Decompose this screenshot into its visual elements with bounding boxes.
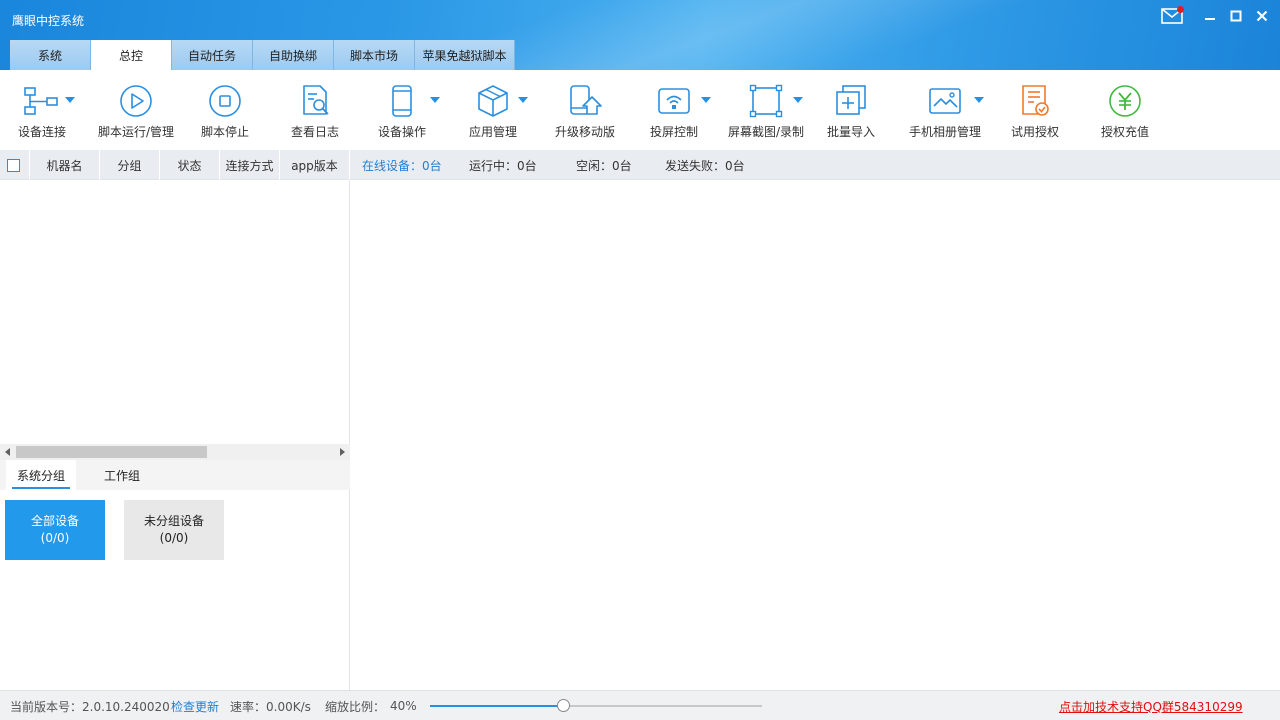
minimize-icon[interactable] bbox=[1200, 6, 1220, 26]
scroll-right-icon[interactable] bbox=[340, 448, 345, 456]
tab-self-rebind[interactable]: 自助换绑 bbox=[253, 40, 334, 70]
screenshot-record-button[interactable]: 屏幕截图/录制 bbox=[726, 70, 806, 150]
app-title: 鹰眼中控系统 bbox=[12, 14, 85, 28]
chevron-down-icon bbox=[974, 97, 984, 103]
chevron-down-icon bbox=[793, 97, 803, 103]
play-icon bbox=[119, 84, 153, 118]
upgrade-mobile-button[interactable]: 升级移动版 bbox=[552, 70, 618, 150]
group-card-all-devices[interactable]: 全部设备 (0/0) bbox=[5, 500, 105, 560]
script-stop-button[interactable]: 脚本停止 bbox=[196, 70, 254, 150]
main-tabs: 系统 总控 自动任务 自助换绑 脚本市场 苹果免越狱脚本 bbox=[10, 40, 515, 70]
trial-license-button[interactable]: 试用授权 bbox=[1006, 70, 1064, 150]
device-table-header: 机器名 分组 状态 连接方式 app版本 在线设备：0台 运行中：0台 空闲：0… bbox=[0, 150, 1280, 180]
script-run-manage-button[interactable]: 脚本运行/管理 bbox=[96, 70, 176, 150]
send-failed-count: 发送失败：0台 bbox=[665, 158, 745, 173]
status-bar: 当前版本号：2.0.10.240020 检查更新 速率：0.00K/s 缩放比例… bbox=[0, 690, 1280, 720]
idle-devices-count: 空闲：0台 bbox=[576, 158, 632, 173]
select-all-cell bbox=[0, 150, 30, 180]
version-text: 当前版本号：2.0.10.240020 bbox=[10, 699, 170, 714]
tab-system-groups[interactable]: 系统分组 bbox=[6, 460, 76, 490]
chevron-down-icon bbox=[65, 97, 75, 103]
device-operation-button[interactable]: 设备操作 bbox=[374, 70, 440, 150]
maximize-icon[interactable] bbox=[1226, 6, 1246, 26]
horizontal-scrollbar[interactable] bbox=[0, 444, 350, 460]
package-icon bbox=[476, 84, 528, 118]
mail-icon[interactable] bbox=[1160, 6, 1184, 26]
zoom-value: 40% bbox=[390, 699, 417, 713]
image-icon bbox=[928, 84, 984, 118]
zoom-slider-fill bbox=[430, 705, 563, 707]
check-update-link[interactable]: 检查更新 bbox=[171, 691, 219, 720]
speed-text: 速率：0.00K/s bbox=[230, 699, 311, 714]
stop-icon bbox=[208, 84, 242, 118]
running-devices-count: 运行中：0台 bbox=[469, 158, 537, 173]
column-app-version[interactable]: app版本 bbox=[280, 150, 350, 180]
app-management-button[interactable]: 应用管理 bbox=[464, 70, 528, 150]
notification-dot bbox=[1177, 6, 1184, 13]
group-card-ungrouped-devices[interactable]: 未分组设备 (0/0) bbox=[124, 500, 224, 560]
active-tab-underline bbox=[12, 487, 70, 489]
license-recharge-button[interactable]: 授权充值 bbox=[1096, 70, 1154, 150]
scrollbar-thumb[interactable] bbox=[16, 446, 207, 458]
tab-ios-jailbreak-free[interactable]: 苹果免越狱脚本 bbox=[415, 40, 515, 70]
yuan-icon bbox=[1108, 84, 1142, 118]
batch-import-button[interactable]: 批量导入 bbox=[824, 70, 878, 150]
phone-album-management-button[interactable]: 手机相册管理 bbox=[906, 70, 984, 150]
zoom-slider-handle[interactable] bbox=[556, 699, 570, 712]
screen-cast-control-button[interactable]: 投屏控制 bbox=[646, 70, 711, 150]
view-log-button[interactable]: 查看日志 bbox=[286, 70, 344, 150]
log-search-icon bbox=[298, 84, 332, 118]
title-bar: 鹰眼中控系统 系统 总控 自动任务 自助换绑 脚本市场 苹果免越狱脚本 bbox=[0, 0, 1280, 70]
chevron-down-icon bbox=[518, 97, 528, 103]
phone-icon bbox=[390, 84, 440, 118]
screen-cast-icon bbox=[657, 84, 711, 118]
select-all-checkbox[interactable] bbox=[7, 159, 20, 172]
column-group[interactable]: 分组 bbox=[100, 150, 160, 180]
zoom-slider[interactable] bbox=[430, 699, 762, 712]
scroll-left-icon[interactable] bbox=[5, 448, 10, 456]
device-connect-button[interactable]: 设备连接 bbox=[8, 70, 76, 150]
column-machine-name[interactable]: 机器名 bbox=[30, 150, 100, 180]
tab-master-control[interactable]: 总控 bbox=[91, 40, 172, 70]
tech-support-qq-link[interactable]: 点击加技术支持QQ群584310299 bbox=[1059, 691, 1243, 720]
tab-script-market[interactable]: 脚本市场 bbox=[334, 40, 415, 70]
column-connection[interactable]: 连接方式 bbox=[220, 150, 280, 180]
trial-license-icon bbox=[1018, 84, 1052, 118]
zoom-label: 缩放比例： bbox=[325, 699, 386, 714]
batch-import-icon bbox=[834, 84, 868, 118]
tab-system[interactable]: 系统 bbox=[10, 40, 91, 70]
device-screen-area bbox=[351, 180, 1280, 690]
column-status[interactable]: 状态 bbox=[160, 150, 220, 180]
device-connect-icon bbox=[23, 84, 75, 118]
device-list-pane: 系统分组 工作组 全部设备 (0/0) 未分组设备 (0/0) bbox=[0, 180, 350, 690]
screenshot-icon bbox=[749, 84, 803, 118]
tab-work-groups[interactable]: 工作组 bbox=[90, 460, 154, 490]
upgrade-mobile-icon bbox=[567, 84, 603, 118]
chevron-down-icon bbox=[430, 97, 440, 103]
group-tabs: 系统分组 工作组 bbox=[0, 460, 350, 490]
toolbar: 设备连接 脚本运行/管理 脚本停止 查看日志 设备操作 应用管理 升级移动版 投… bbox=[0, 70, 1280, 150]
tab-auto-task[interactable]: 自动任务 bbox=[172, 40, 253, 70]
close-icon[interactable] bbox=[1252, 6, 1272, 26]
chevron-down-icon bbox=[701, 97, 711, 103]
online-devices-count: 在线设备：0台 bbox=[362, 158, 442, 173]
